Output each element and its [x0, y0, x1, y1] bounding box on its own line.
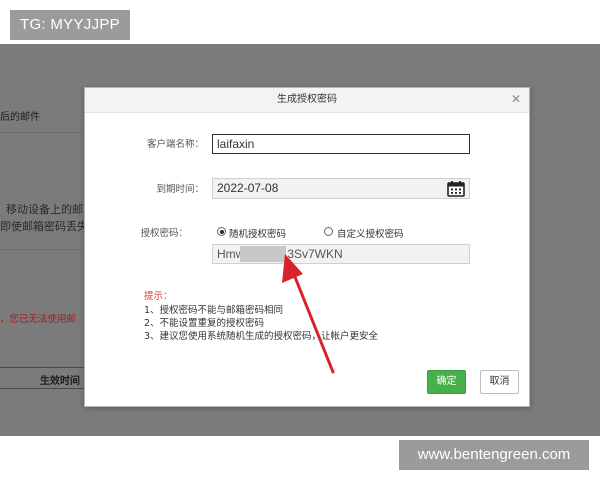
radio-random-password-label[interactable]: 随机授权密码: [229, 226, 286, 240]
expire-date-field[interactable]: 2022-07-08: [212, 178, 470, 199]
radio-random-password[interactable]: [217, 227, 226, 236]
tips-title: 提示：: [144, 291, 173, 302]
tips-list: 1、授权密码不能与邮箱密码相同 2、不能设置重复的授权密码 3、建议您使用系统随…: [144, 304, 378, 343]
auth-password-label: 授权密码：: [140, 228, 188, 239]
tips-block: 提示：: [144, 290, 173, 303]
bg-table-border: [0, 367, 84, 368]
client-name-field[interactable]: laifaxin: [212, 134, 470, 154]
tip-item: 2、不能设置重复的授权密码: [144, 318, 265, 329]
calendar-icon[interactable]: [447, 181, 465, 197]
top-watermark-label: TG: MYYJJPP: [10, 10, 130, 40]
bg-col-effective-time: 生效时间: [40, 376, 80, 387]
expire-date-label: 到期时间：: [156, 184, 204, 195]
radio-custom-password[interactable]: [324, 227, 333, 236]
tip-item: 3、建议您使用系统随机生成的授权密码，让帐户更安全: [144, 331, 379, 342]
radio-custom-password-label[interactable]: 自定义授权密码: [337, 226, 404, 240]
bg-mobile-line1: 移动设备上的邮: [6, 203, 83, 216]
bg-warning-text: ，您已无法使用邮: [0, 314, 77, 325]
tip-item: 1、授权密码不能与邮箱密码相同: [144, 305, 284, 316]
confirm-button[interactable]: 确定: [427, 370, 466, 394]
dialog-title: 生成授权密码: [277, 94, 337, 105]
bg-divider: [0, 249, 84, 250]
password-suffix: 3Sv7WKN: [287, 247, 343, 261]
dialog-header: 生成授权密码 ✕: [85, 88, 529, 113]
bottom-watermark-label: www.bentengreen.com: [399, 440, 589, 470]
cancel-button[interactable]: 取消: [480, 370, 519, 394]
bg-divider: [0, 132, 84, 133]
bg-table-border: [0, 388, 84, 389]
client-name-label: 客户端名称：: [146, 139, 204, 150]
password-redaction-blur: [240, 246, 286, 262]
radio-selected-dot: [219, 229, 224, 234]
bg-mail-label: 后的邮件: [0, 112, 40, 123]
close-icon[interactable]: ✕: [509, 92, 523, 106]
